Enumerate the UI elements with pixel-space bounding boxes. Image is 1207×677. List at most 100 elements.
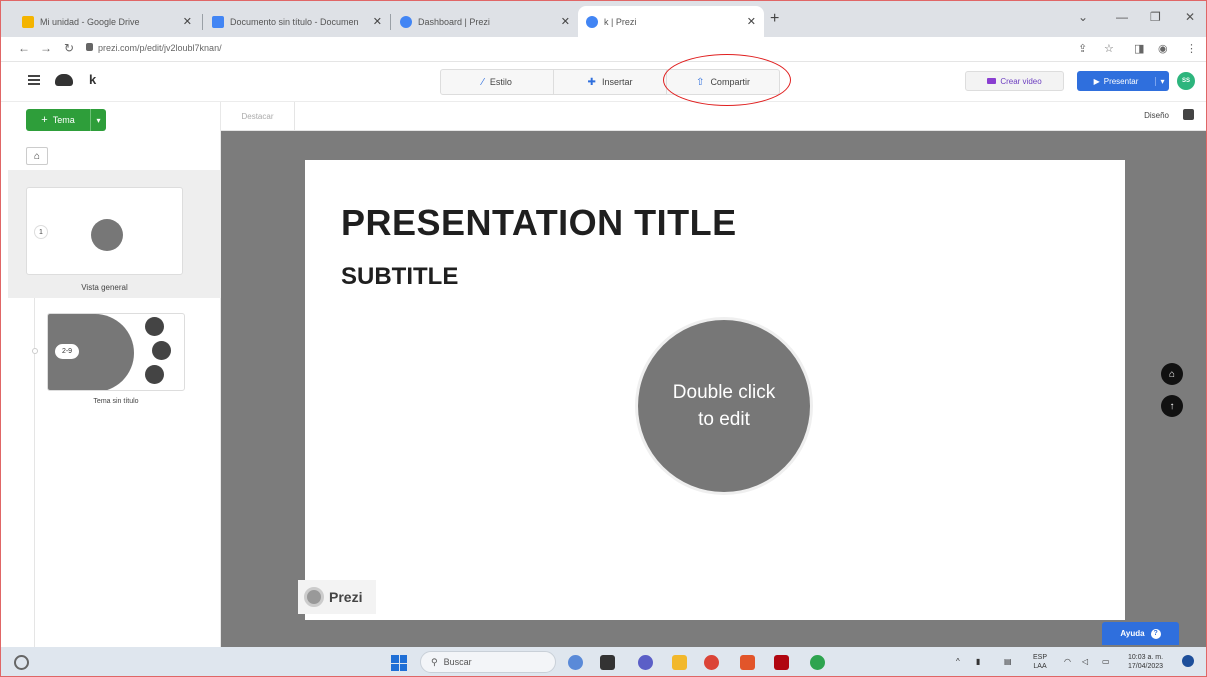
wifi-icon[interactable]: ◠ <box>1064 657 1071 666</box>
hamburger-menu-icon[interactable] <box>28 75 40 85</box>
close-icon[interactable]: ✕ <box>561 15 570 28</box>
help-icon: ? <box>1150 628 1161 639</box>
close-icon[interactable]: ✕ <box>747 15 756 28</box>
notification-icon[interactable] <box>1182 655 1194 667</box>
project-name[interactable]: k <box>89 72 96 87</box>
tab-google-drive[interactable]: Mi unidad - Google Drive ✕ <box>14 6 200 37</box>
circle-text-line2: to edit <box>698 409 750 430</box>
topic-number-badge: 1 <box>34 225 48 239</box>
taskbar-clock[interactable]: 10:03 a. m. 17/04/2023 <box>1128 653 1163 671</box>
windows-start-icon[interactable] <box>391 655 407 671</box>
lock-icon <box>86 43 93 51</box>
window-close-icon[interactable]: ✕ <box>1185 10 1195 24</box>
globe-icon <box>400 15 412 28</box>
minimize-icon[interactable]: — <box>1116 10 1128 24</box>
taskbar-search[interactable]: ⚲ Buscar <box>420 651 556 673</box>
tab-label: k | Prezi <box>604 16 637 27</box>
close-icon[interactable]: ✕ <box>183 15 192 28</box>
url-field[interactable]: prezi.com/p/edit/jv2loubl7knan/ <box>98 43 222 53</box>
tray-app-icon[interactable]: ▮ <box>976 657 980 666</box>
crear-video-button[interactable]: Crear video <box>965 71 1064 91</box>
presentation-title[interactable]: PRESENTATION TITLE <box>341 202 737 244</box>
google-drive-icon <box>22 15 34 28</box>
globe-icon <box>586 15 598 28</box>
destacar-button[interactable]: Destacar <box>221 102 295 131</box>
weather-widget-icon[interactable] <box>14 655 29 670</box>
crear-video-label: Crear video <box>1000 76 1042 86</box>
diseno-label[interactable]: Diseño <box>1144 111 1169 120</box>
brush-icon: ⁄ <box>482 76 484 88</box>
language-code: ESP <box>1033 654 1048 661</box>
compartir-button[interactable]: ⇧ Compartir <box>667 70 779 94</box>
subtopic-dot <box>145 317 164 336</box>
circle-text-line1: Double click <box>672 382 776 403</box>
topic-thumbnail-overview[interactable]: 1 <box>26 187 183 275</box>
presentar-button[interactable]: ▶ Presentar ▾ <box>1077 71 1169 91</box>
prezi-logo-icon <box>304 587 324 607</box>
tab-documento[interactable]: Documento sin título - Documen ✕ <box>204 6 390 37</box>
insert-plus-icon: ✚ <box>587 76 596 88</box>
presentar-dropdown-icon[interactable]: ▾ <box>1155 76 1169 86</box>
avatar[interactable]: SS <box>1177 72 1195 90</box>
ayuda-label: Ayuda <box>1120 629 1145 638</box>
task-view-icon[interactable] <box>600 655 615 670</box>
tab-dashboard-prezi[interactable]: Dashboard | Prezi ✕ <box>392 6 578 37</box>
restore-icon[interactable]: ❐ <box>1150 10 1161 24</box>
close-icon[interactable]: ✕ <box>373 15 382 28</box>
windows-taskbar: ⚲ Buscar ^ ▮ ▤ ESP LAA ◠ ◁ ▭ 10:03 a. m.… <box>0 647 1207 677</box>
language-indicator[interactable]: ESP LAA <box>1033 653 1047 671</box>
layout-panel-icon[interactable] <box>1183 109 1194 120</box>
netflix-icon[interactable] <box>774 655 789 670</box>
estilo-button[interactable]: ⁄ Estilo <box>441 70 554 94</box>
tab-separator <box>202 14 203 30</box>
side-panel-icon[interactable]: ◨ <box>1134 42 1144 55</box>
profile-icon[interactable]: ◉ <box>1158 42 1168 55</box>
prezi-header: k ⁄ Estilo ✚ Insertar ⇧ Compartir Crear … <box>0 62 1207 102</box>
home-icon[interactable]: ⌂ <box>26 147 48 165</box>
file-explorer-icon[interactable] <box>672 655 687 670</box>
browser-tab-strip: Mi unidad - Google Drive ✕ Documento sin… <box>0 0 1207 37</box>
topic-number-badge: 2-9 <box>55 344 79 359</box>
slide[interactable]: PRESENTATION TITLE SUBTITLE Double click… <box>305 160 1125 620</box>
battery-icon[interactable]: ▭ <box>1102 657 1110 666</box>
forward-icon[interactable]: → <box>40 41 52 55</box>
insertar-label: Insertar <box>601 77 633 87</box>
video-camera-icon <box>987 78 997 84</box>
presentar-label: Presentar <box>1103 76 1139 86</box>
share-icon[interactable]: ⇪ <box>1078 42 1087 55</box>
back-icon[interactable]: ← <box>18 41 30 55</box>
zoom-step-icon[interactable]: ↑ <box>1161 395 1183 417</box>
cloud-sync-icon <box>55 74 73 86</box>
tab-label: Mi unidad - Google Drive <box>40 16 140 27</box>
presentation-subtitle[interactable]: SUBTITLE <box>341 263 458 291</box>
subtopic-dot <box>145 365 164 384</box>
insertar-button[interactable]: ✚ Insertar <box>554 70 667 94</box>
topic-thumbnail-tema[interactable]: 2-9 <box>47 313 185 391</box>
whatsapp-icon[interactable] <box>810 655 825 670</box>
reload-icon[interactable]: ↻ <box>64 41 74 55</box>
prezi-brand-text: Prezi <box>329 589 363 605</box>
tray-keyboard-icon[interactable]: ▤ <box>1004 657 1012 666</box>
more-menu-icon[interactable]: ⋮ <box>1186 42 1197 55</box>
canvas-subbar: Destacar Diseño <box>221 102 1207 131</box>
clock-date: 17/04/2023 <box>1128 663 1164 670</box>
tab-k-prezi[interactable]: k | Prezi ✕ <box>578 6 764 37</box>
new-tab-button[interactable]: + <box>770 10 779 28</box>
add-tema-button[interactable]: + Tema ▾ <box>26 109 106 131</box>
ayuda-button[interactable]: Ayuda ? <box>1102 622 1179 645</box>
tema-dropdown-icon[interactable]: ▾ <box>90 109 106 131</box>
copilot-icon[interactable] <box>568 655 583 670</box>
overview-circle-shape <box>91 219 123 251</box>
tray-chevron-icon[interactable]: ^ <box>956 657 960 666</box>
brave-icon[interactable] <box>740 655 755 670</box>
volume-icon[interactable]: ◁ <box>1082 657 1088 666</box>
bookmark-star-icon[interactable]: ☆ <box>1104 42 1114 55</box>
address-bar: ← → ↻ prezi.com/p/edit/jv2loubl7knan/ ⇪ … <box>0 37 1207 62</box>
topic-caption: Vista general <box>81 283 128 292</box>
topic-circle[interactable]: Double click to edit <box>638 320 810 492</box>
chat-icon[interactable] <box>638 655 653 670</box>
home-view-icon[interactable]: ⌂ <box>1161 363 1183 385</box>
tab-separator <box>390 14 391 30</box>
tab-search-icon[interactable]: ⌄ <box>1078 10 1088 24</box>
chrome-icon[interactable] <box>704 655 719 670</box>
